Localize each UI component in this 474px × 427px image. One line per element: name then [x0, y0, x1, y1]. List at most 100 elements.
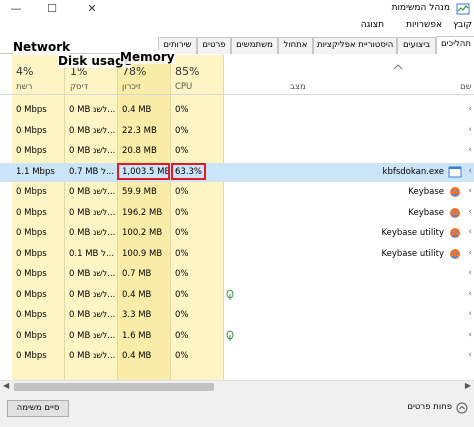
- status-header[interactable]: מצב: [290, 82, 306, 92]
- tab-users[interactable]: משתמשים: [231, 37, 278, 54]
- expand-chevron-icon[interactable]: ‹: [468, 227, 472, 237]
- scroll-left-icon[interactable]: ◀: [3, 381, 9, 390]
- disk-cell: 0 MB לשנ...: [69, 351, 116, 361]
- leaf-icon: [226, 289, 234, 300]
- table-row[interactable]: 0 Mbps 0 MB לשנ... 1.6 MB 0% ‹: [0, 327, 474, 346]
- keybase-icon: [450, 248, 460, 259]
- menu-file[interactable]: קובץ: [453, 20, 472, 30]
- network-cell: 0 Mbps: [16, 351, 47, 361]
- disk-cell: 0 MB לשנ...: [69, 289, 116, 300]
- cpu-cell: 0%: [175, 351, 189, 361]
- memory-cell: 196.2 MB: [122, 207, 163, 218]
- table-row[interactable]: 0 Mbps 0 MB לשנ... 0.4 MB 0% ‹: [0, 347, 474, 366]
- tab-bar: תהליכים ביצועים היסטוריית אפליקציות אתחו…: [0, 36, 474, 54]
- disk-cell: 0.7 MB ל...: [69, 166, 115, 177]
- expand-chevron-icon[interactable]: ‹: [468, 268, 472, 278]
- cpu-header[interactable]: CPU: [175, 82, 192, 92]
- table-row[interactable]: 0 Mbps 0 MB לשנ... 20.8 MB 0% ‹: [0, 142, 474, 161]
- tab-details[interactable]: פרטים: [197, 37, 231, 54]
- memory-cell: 100.2 MB: [122, 228, 163, 238]
- scrollbar-thumb[interactable]: [14, 383, 214, 391]
- expand-chevron-icon[interactable]: ‹: [468, 207, 472, 217]
- network-header-percent: 4%: [16, 65, 34, 78]
- memory-header[interactable]: זיכרון: [122, 82, 141, 92]
- tab-processes[interactable]: תהליכים: [436, 36, 474, 54]
- maximize-button[interactable]: ☐: [42, 1, 62, 17]
- network-cell: 0 Mbps: [16, 146, 47, 156]
- expand-chevron-icon[interactable]: ‹: [468, 125, 472, 135]
- table-row[interactable]: 0 Mbps 0 MB לשנ... 100.2 MB 0% Keybase utili…: [0, 224, 474, 243]
- close-button[interactable]: ✕: [82, 1, 102, 17]
- keybase-icon: [450, 187, 460, 197]
- disk-cell: 0 MB לשנ...: [69, 207, 116, 218]
- table-row[interactable]: 0 Mbps 0 MB לשנ... 3.3 MB 0% ‹: [0, 306, 474, 325]
- disk-cell: 0 MB לשנ...: [69, 105, 116, 115]
- horizontal-scrollbar[interactable]: ◀ ▶: [0, 380, 474, 392]
- memory-annotation: Memory: [120, 50, 175, 64]
- expand-chevron-icon[interactable]: ‹: [468, 166, 472, 176]
- expand-chevron-icon[interactable]: ‹: [468, 104, 472, 114]
- network-cell: 0 Mbps: [16, 105, 47, 115]
- memory-cell: 0.4 MB: [122, 105, 152, 115]
- menu-view[interactable]: תצוגה: [361, 20, 384, 30]
- disk-cell: 0 MB לשנ...: [69, 146, 116, 156]
- process-name: Keybase: [408, 187, 444, 197]
- memory-cell: 100.9 MB: [122, 248, 163, 259]
- cpu-cell: 0%: [175, 310, 189, 320]
- tab-performance[interactable]: ביצועים: [397, 37, 436, 54]
- table-row[interactable]: 0 Mbps 0 MB לשנ... 22.3 MB 0% ‹: [0, 122, 474, 141]
- memory-cell: 0.4 MB: [122, 351, 152, 361]
- expand-chevron-icon[interactable]: ‹: [468, 350, 472, 360]
- process-name: Keybase: [408, 207, 444, 218]
- memory-cell: 22.3 MB: [122, 125, 157, 136]
- table-row[interactable]: 0 Mbps 0 MB לשנ... 0.7 MB 0% ‹: [0, 265, 474, 284]
- expand-chevron-icon[interactable]: ‹: [468, 289, 472, 299]
- table-row[interactable]: 0 Mbps 0 MB לשנ... 196.2 MB 0% Keybase ‹: [0, 204, 474, 223]
- memory-cell: 20.8 MB: [122, 146, 157, 156]
- disk-cell: 0 MB לשנ...: [69, 269, 116, 279]
- expand-chevron-icon[interactable]: ‹: [468, 186, 472, 196]
- table-row[interactable]: 0 Mbps 0.1 MB ל... 100.9 MB 0% Keybase utili…: [0, 245, 474, 264]
- scroll-right-icon[interactable]: ▶: [465, 381, 471, 390]
- network-cell: 0 Mbps: [16, 187, 47, 197]
- network-cell: 0 Mbps: [16, 310, 47, 320]
- disk-cell: 0 MB לשנ...: [69, 228, 116, 238]
- menu-options[interactable]: אפשרויות: [406, 20, 442, 30]
- network-cell: 1.1 Mbps: [16, 166, 55, 177]
- memory-cell: 3.3 MB: [122, 310, 152, 320]
- disk-cell: 0 MB לשנ...: [69, 187, 116, 197]
- network-cell: 0 Mbps: [16, 248, 47, 259]
- cpu-cell: 0%: [175, 248, 189, 259]
- cpu-cell: 0%: [175, 330, 189, 341]
- table-row[interactable]: 0 Mbps 0 MB לשנ... 59.9 MB 0% Keybase ‹: [0, 183, 474, 202]
- keybase-icon: [450, 228, 460, 238]
- title-bar: — ☐ ✕ מנהל המשימות: [0, 0, 474, 18]
- network-cell: 0 Mbps: [16, 207, 47, 218]
- name-header[interactable]: שם: [460, 82, 472, 92]
- app-window-icon: [448, 166, 462, 177]
- fewer-details-link[interactable]: פחות פרטים: [407, 402, 468, 414]
- tab-app-history[interactable]: היסטוריית אפליקציות: [313, 37, 397, 54]
- end-task-button[interactable]: סיים משימה: [7, 400, 69, 417]
- table-row[interactable]: 0 Mbps 0 MB לשנ... 0.4 MB 0% ‹: [0, 101, 474, 120]
- expand-chevron-icon[interactable]: ‹: [468, 145, 472, 155]
- cpu-cell: 0%: [175, 146, 189, 156]
- sort-chevron-up-icon: [393, 64, 403, 70]
- footer: סיים משימה פחות פרטים: [0, 392, 474, 427]
- expand-chevron-icon[interactable]: ‹: [468, 309, 472, 319]
- process-name: kbfsdokan.exe: [382, 166, 444, 177]
- expand-chevron-icon[interactable]: ‹: [468, 248, 472, 258]
- cpu-cell: 0%: [175, 289, 189, 300]
- table-row[interactable]: 1.1 Mbps 0.7 MB ל... 1,003.5 MB 63.3% kbfsdo…: [0, 162, 474, 182]
- disk-cell: 0.1 MB ל...: [69, 248, 115, 259]
- disk-cell: 0 MB לשנ...: [69, 330, 116, 341]
- tab-startup[interactable]: אתחול: [278, 37, 313, 54]
- network-header[interactable]: רשת: [16, 82, 32, 92]
- disk-header[interactable]: דיסק: [70, 82, 88, 92]
- memory-cell: 0.4 MB: [122, 289, 152, 300]
- table-row[interactable]: 0 Mbps 0 MB לשנ... 0.4 MB 0% ‹: [0, 286, 474, 305]
- cpu-header-percent: 85%: [175, 65, 200, 78]
- network-annotation: Network: [13, 40, 71, 54]
- minimize-button[interactable]: —: [6, 1, 26, 17]
- expand-chevron-icon[interactable]: ‹: [468, 330, 472, 340]
